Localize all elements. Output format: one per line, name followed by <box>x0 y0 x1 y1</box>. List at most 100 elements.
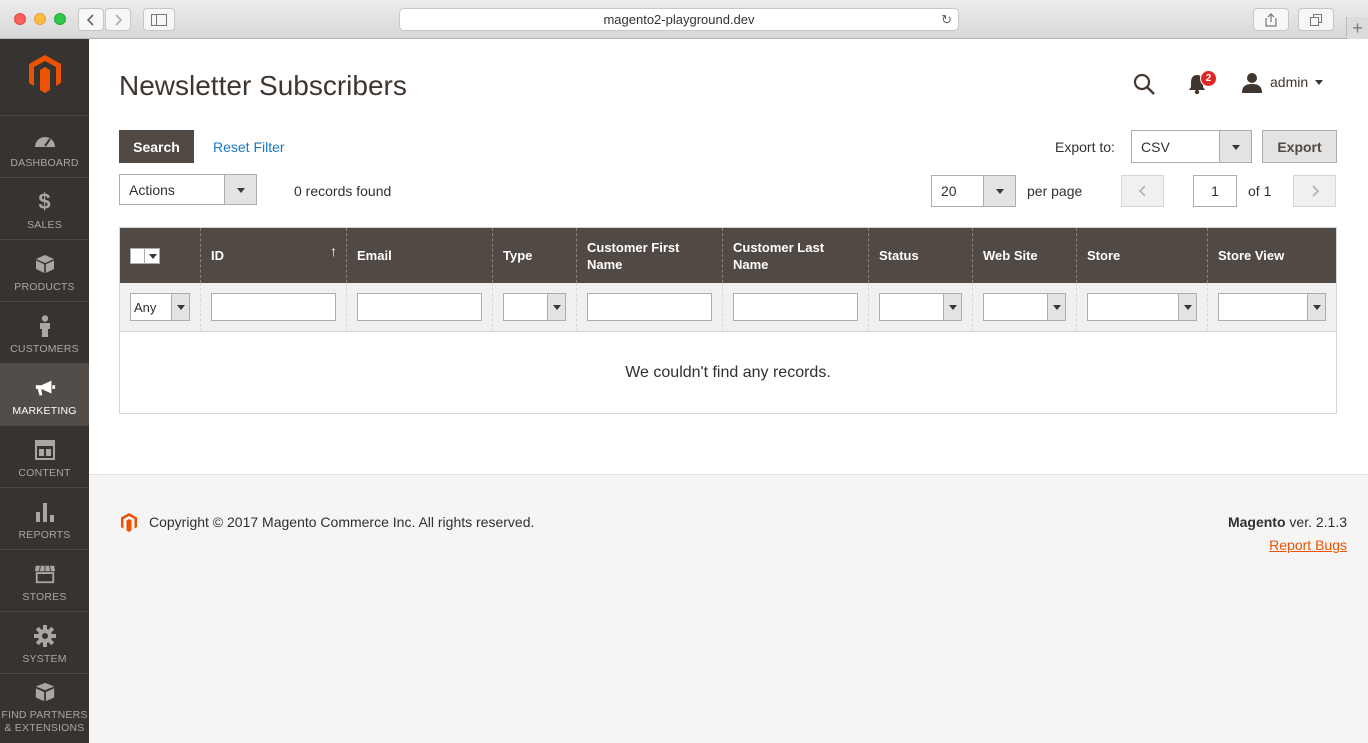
column-header-store[interactable]: Store <box>1077 228 1208 283</box>
back-button[interactable] <box>78 8 104 31</box>
website-filter-select[interactable] <box>983 293 1066 321</box>
mass-select-checkbox[interactable] <box>130 247 160 264</box>
share-button[interactable] <box>1253 8 1289 31</box>
column-header-first-name[interactable]: Customer First Name <box>577 228 723 283</box>
chevron-down-icon <box>1219 131 1251 162</box>
column-header-status[interactable]: Status <box>869 228 973 283</box>
sidebar-item-content[interactable]: CONTENT <box>0 425 89 487</box>
sort-ascending-icon: ↑ <box>330 243 337 259</box>
previous-page-button[interactable] <box>1121 175 1164 207</box>
sidebar-item-label: SYSTEM <box>22 653 67 665</box>
column-header-last-name[interactable]: Customer Last Name <box>723 228 869 283</box>
address-bar[interactable]: magento2-playground.dev ↻ <box>399 8 959 31</box>
filter-cell-mass: Any <box>120 283 201 332</box>
sidebar-item-label: DASHBOARD <box>10 157 79 169</box>
dollar-icon: $ <box>38 189 51 214</box>
id-filter-input[interactable] <box>211 293 336 321</box>
sidebar-item-system[interactable]: SYSTEM <box>0 611 89 673</box>
sidebar-item-reports[interactable]: REPORTS <box>0 487 89 549</box>
sidebar-item-label: MARKETING <box>12 405 77 417</box>
sidebar-item-sales[interactable]: $ SALES <box>0 177 89 239</box>
forward-button[interactable] <box>105 8 131 31</box>
notification-badge[interactable]: 2 <box>1200 70 1217 87</box>
column-header-type[interactable]: Type <box>493 228 577 283</box>
reset-filter-link[interactable]: Reset Filter <box>213 139 285 155</box>
grid-filter-row: Any <box>120 283 1336 332</box>
column-label: Email <box>357 248 392 263</box>
sidebar-item-label: PRODUCTS <box>14 281 75 293</box>
chevron-down-icon <box>1047 294 1065 320</box>
filter-cell-last-name <box>723 283 869 332</box>
search-icon[interactable] <box>1132 72 1156 96</box>
search-button[interactable]: Search <box>119 130 194 163</box>
chevron-down-icon <box>943 294 961 320</box>
column-header-id[interactable]: ID ↑ <box>201 228 347 283</box>
sidebar-item-stores[interactable]: STORES <box>0 549 89 611</box>
sidebar-item-label: FIND PARTNERS <box>1 709 88 721</box>
caret-down-icon[interactable] <box>1315 80 1323 85</box>
chevron-left-icon <box>87 13 94 26</box>
column-header-website[interactable]: Web Site <box>973 228 1077 283</box>
store-view-filter-select[interactable] <box>1218 293 1326 321</box>
filter-cell-id <box>201 283 347 332</box>
last-name-filter-input[interactable] <box>733 293 858 321</box>
chevron-down-icon <box>1307 294 1325 320</box>
per-page-select[interactable]: 20 <box>931 175 1016 207</box>
blocks-icon <box>34 681 56 703</box>
export-button[interactable]: Export <box>1262 130 1337 163</box>
column-label: Store View <box>1218 248 1285 263</box>
mass-actions-select[interactable]: Actions <box>119 174 257 205</box>
main-content: Newsletter Subscribers 2 admin Search Re… <box>89 39 1368 474</box>
report-bugs-link[interactable]: Report Bugs <box>1269 537 1347 553</box>
magento-logo[interactable] <box>25 53 65 93</box>
zoom-window-button[interactable] <box>54 13 66 25</box>
user-icon[interactable] <box>1241 72 1263 94</box>
minimize-window-button[interactable] <box>34 13 46 25</box>
admin-sidebar: DASHBOARD $ SALES PRODUCTS CUSTOMERS MAR… <box>0 39 89 743</box>
next-page-button[interactable] <box>1293 175 1336 207</box>
copyright-text: Copyright © 2017 Magento Commerce Inc. A… <box>149 514 535 530</box>
chevron-left-icon <box>1138 185 1146 197</box>
total-pages-label: of 1 <box>1248 183 1272 199</box>
share-icon <box>1265 12 1277 27</box>
email-filter-input[interactable] <box>357 293 482 321</box>
sidebar-item-find-partners[interactable]: FIND PARTNERS & EXTENSIONS <box>0 673 89 743</box>
filter-cell-type <box>493 283 577 332</box>
column-header-email[interactable]: Email <box>347 228 493 283</box>
filter-cell-first-name <box>577 283 723 332</box>
sidebar-icon <box>151 13 167 26</box>
sidebar-item-dashboard[interactable]: DASHBOARD <box>0 115 89 177</box>
sidebar-item-marketing[interactable]: MARKETING <box>0 363 89 425</box>
sidebar-toggle-button[interactable] <box>143 8 175 31</box>
dashboard-icon <box>34 129 56 151</box>
mass-filter-select[interactable]: Any <box>130 293 190 321</box>
filter-cell-store <box>1077 283 1208 332</box>
filter-cell-website <box>973 283 1077 332</box>
chevron-down-icon <box>1178 294 1196 320</box>
current-page-input[interactable]: 1 <box>1193 175 1237 207</box>
tabs-overview-button[interactable] <box>1298 8 1334 31</box>
bar-chart-icon <box>34 501 56 523</box>
chevron-down-icon <box>224 175 256 204</box>
sidebar-item-label: SALES <box>27 219 62 231</box>
magento-footer-logo <box>121 513 137 532</box>
column-header-store-view[interactable]: Store View <box>1208 228 1336 283</box>
store-filter-select[interactable] <box>1087 293 1197 321</box>
column-label: Type <box>503 248 533 263</box>
chevron-down-icon <box>171 294 189 320</box>
sidebar-item-products[interactable]: PRODUCTS <box>0 239 89 301</box>
first-name-filter-input[interactable] <box>587 293 712 321</box>
status-filter-select[interactable] <box>879 293 962 321</box>
gear-icon <box>33 625 56 647</box>
reload-icon[interactable]: ↻ <box>941 12 952 28</box>
filter-cell-status <box>869 283 973 332</box>
chevron-right-icon <box>115 13 122 26</box>
sidebar-item-label: STORES <box>22 591 67 603</box>
close-window-button[interactable] <box>14 13 26 25</box>
admin-user-menu[interactable]: admin <box>1270 74 1308 90</box>
type-filter-select[interactable] <box>503 293 566 321</box>
sidebar-item-label: REPORTS <box>18 529 71 541</box>
sidebar-item-customers[interactable]: CUSTOMERS <box>0 301 89 363</box>
export-format-select[interactable]: CSV <box>1131 130 1252 163</box>
new-tab-button[interactable]: + <box>1346 17 1368 39</box>
